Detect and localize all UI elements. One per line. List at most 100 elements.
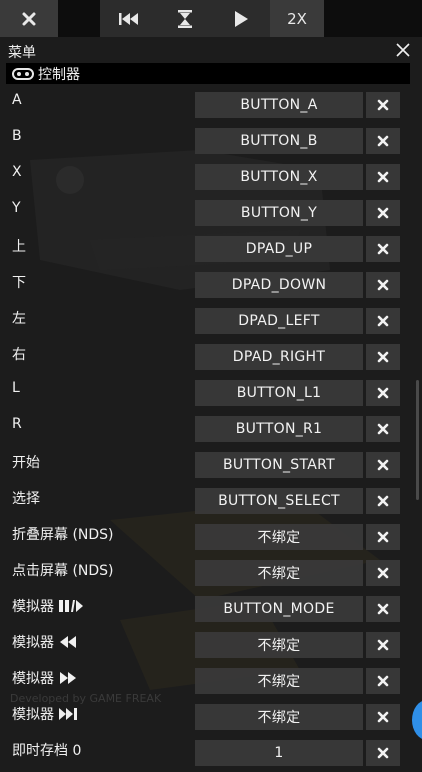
controller-section-header[interactable]: 控制器 <box>6 63 410 84</box>
clear-binding-button[interactable] <box>366 236 400 262</box>
binding-value-button[interactable]: 不绑定 <box>195 668 363 694</box>
skip-forward-icon <box>58 707 80 721</box>
close-icon <box>377 459 389 471</box>
close-icon <box>377 99 389 111</box>
clear-binding-button[interactable] <box>366 272 400 298</box>
binding-value-button[interactable]: DPAD_UP <box>195 236 363 262</box>
binding-value-button[interactable]: BUTTON_R1 <box>195 416 363 442</box>
clear-binding-button[interactable] <box>366 128 400 154</box>
rewind-icon <box>58 635 78 649</box>
clear-binding-button[interactable] <box>366 380 400 406</box>
binding-value-button[interactable]: 不绑定 <box>195 704 363 730</box>
clear-binding-button[interactable] <box>366 668 400 694</box>
clear-binding-button[interactable] <box>366 308 400 334</box>
binding-label: Y <box>12 200 21 216</box>
close-icon <box>377 675 389 687</box>
binding-label-row: 模拟器 <box>12 596 84 616</box>
binding-label: 点击屏幕 (NDS) <box>12 563 114 579</box>
binding-value-button[interactable]: DPAD_RIGHT <box>195 344 363 370</box>
clear-binding-button[interactable] <box>366 488 400 514</box>
binding-row: 上 DPAD_UP <box>0 232 422 268</box>
scrollbar[interactable] <box>416 380 419 500</box>
clear-binding-button[interactable] <box>366 416 400 442</box>
binding-row: 点击屏幕 (NDS) 不绑定 <box>0 556 422 592</box>
binding-value-button[interactable]: BUTTON_MODE <box>195 596 363 622</box>
speed-label: 2X <box>287 9 307 28</box>
binding-row: B BUTTON_B <box>0 124 422 160</box>
close-icon <box>396 43 410 57</box>
binding-value-button[interactable]: 1 <box>195 740 363 766</box>
binding-label: B <box>12 128 22 144</box>
binding-row: 下 DPAD_DOWN <box>0 268 422 304</box>
close-button[interactable] <box>0 0 58 37</box>
speed-button[interactable]: 2X <box>270 0 324 37</box>
binding-row: 开始 BUTTON_START <box>0 448 422 484</box>
clear-binding-button[interactable] <box>366 524 400 550</box>
binding-row: 选择 BUTTON_SELECT <box>0 484 422 520</box>
close-icon <box>377 387 389 399</box>
menu-header: 菜单 <box>0 37 422 63</box>
close-icon <box>377 351 389 363</box>
binding-label: 即时存档 0 <box>12 743 82 759</box>
binding-value-button[interactable]: BUTTON_L1 <box>195 380 363 406</box>
binding-label: 模拟器 <box>12 671 54 687</box>
binding-label: L <box>12 380 20 396</box>
clear-binding-button[interactable] <box>366 200 400 226</box>
menu-title: 菜单 <box>8 45 36 61</box>
binding-value-button[interactable]: 不绑定 <box>195 524 363 550</box>
pause-button[interactable] <box>158 0 212 37</box>
binding-value-button[interactable]: BUTTON_Y <box>195 200 363 226</box>
clear-binding-button[interactable] <box>366 740 400 766</box>
close-icon <box>377 639 389 651</box>
rewind-button[interactable] <box>100 0 158 37</box>
close-icon <box>377 279 389 291</box>
binding-row: 左 DPAD_LEFT <box>0 304 422 340</box>
binding-value-button[interactable]: BUTTON_START <box>195 452 363 478</box>
binding-row: 折叠屏幕 (NDS) 不绑定 <box>0 520 422 556</box>
menu-close-button[interactable] <box>392 39 414 61</box>
play-button[interactable] <box>212 0 270 37</box>
binding-row: 模拟器 BUTTON_MODE <box>0 592 422 628</box>
binding-row: 模拟器 不绑定 <box>0 700 422 736</box>
clear-binding-button[interactable] <box>366 704 400 730</box>
close-icon <box>377 171 389 183</box>
section-label: 控制器 <box>38 66 80 83</box>
binding-row: 模拟器 不绑定 <box>0 628 422 664</box>
clear-binding-button[interactable] <box>366 632 400 658</box>
close-icon <box>22 12 36 25</box>
play-pause-icon <box>58 599 84 613</box>
binding-label: 折叠屏幕 (NDS) <box>12 527 114 543</box>
close-icon <box>377 243 389 255</box>
close-icon <box>377 711 389 723</box>
binding-label: 选择 <box>12 491 40 507</box>
binding-value-button[interactable]: BUTTON_X <box>195 164 363 190</box>
clear-binding-button[interactable] <box>366 560 400 586</box>
rewind-icon <box>119 12 138 25</box>
clear-binding-button[interactable] <box>366 596 400 622</box>
binding-label: A <box>12 92 22 108</box>
clear-binding-button[interactable] <box>366 164 400 190</box>
binding-label: 模拟器 <box>12 599 54 615</box>
binding-label-row: 模拟器 <box>12 704 80 724</box>
close-icon <box>377 135 389 147</box>
binding-value-button[interactable]: BUTTON_A <box>195 92 363 118</box>
binding-value-button[interactable]: 不绑定 <box>195 632 363 658</box>
binding-row: R BUTTON_R1 <box>0 412 422 448</box>
binding-value-button[interactable]: BUTTON_SELECT <box>195 488 363 514</box>
clear-binding-button[interactable] <box>366 344 400 370</box>
binding-value-button[interactable]: DPAD_LEFT <box>195 308 363 334</box>
binding-value-button[interactable]: BUTTON_B <box>195 128 363 154</box>
clear-binding-button[interactable] <box>366 452 400 478</box>
binding-row: L BUTTON_L1 <box>0 376 422 412</box>
close-icon <box>377 315 389 327</box>
emulator-toolbar: 2X <box>0 0 422 37</box>
binding-value-button[interactable]: DPAD_DOWN <box>195 272 363 298</box>
close-icon <box>377 207 389 219</box>
play-icon <box>235 10 248 27</box>
clear-binding-button[interactable] <box>366 92 400 118</box>
binding-label: 左 <box>12 311 26 327</box>
binding-label-row: 模拟器 <box>12 632 78 652</box>
binding-label: R <box>12 416 22 432</box>
binding-row: 模拟器 不绑定 <box>0 664 422 700</box>
binding-value-button[interactable]: 不绑定 <box>195 560 363 586</box>
